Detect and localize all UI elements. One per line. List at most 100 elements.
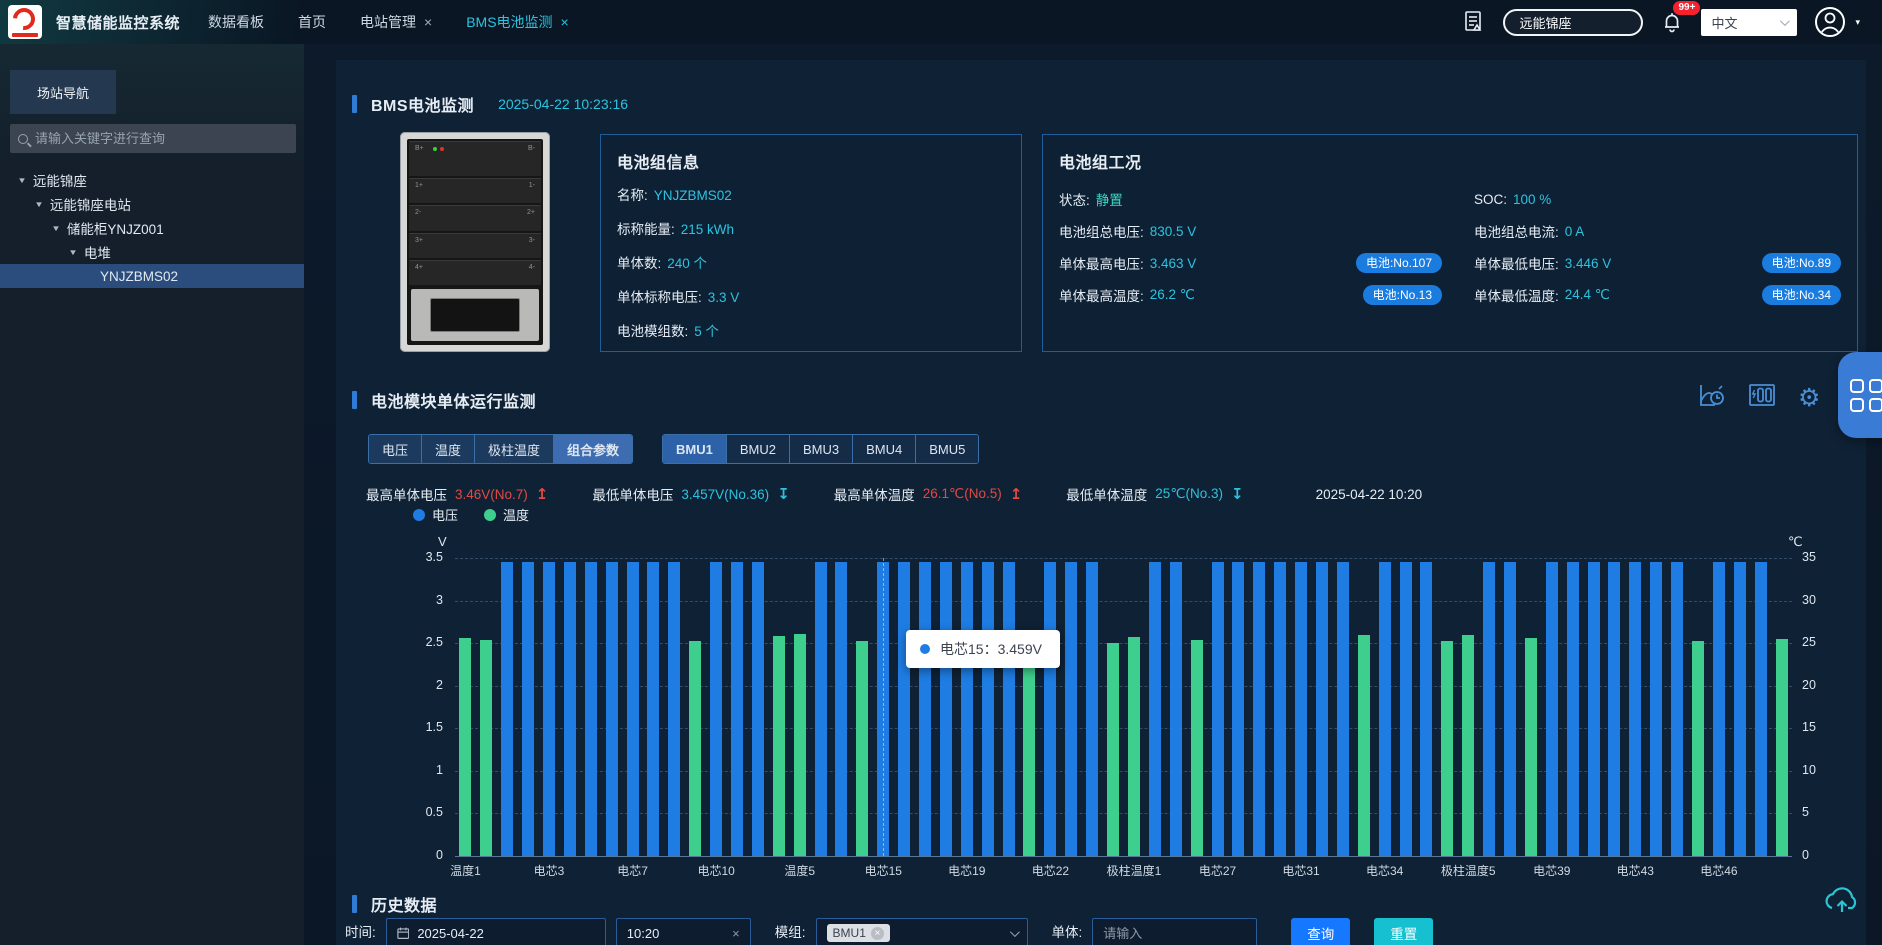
chart-bar-电芯3[interactable]: [543, 562, 555, 856]
chart-bar-电芯13[interactable]: [815, 562, 827, 856]
chart-bar-极柱温度7[interactable]: [1692, 641, 1704, 856]
tree-item[interactable]: ▼电堆: [0, 240, 304, 264]
sidebar-tab-station-nav[interactable]: 场站导航: [10, 70, 116, 114]
cloud-upload-icon[interactable]: [1822, 882, 1862, 921]
chart-bar-电芯18[interactable]: [940, 562, 952, 856]
sidebar-search-input[interactable]: [35, 131, 288, 146]
chart-bar-电芯35[interactable]: [1400, 562, 1412, 857]
chart-bar-电芯45[interactable]: [1671, 562, 1683, 857]
history-chart-icon[interactable]: [1698, 382, 1726, 413]
chart-bar-电芯7[interactable]: [627, 562, 639, 856]
chart-bar-电芯40[interactable]: [1567, 562, 1579, 857]
bmu-tab-BMU5[interactable]: BMU5: [916, 435, 978, 463]
chart-bar-电芯24[interactable]: [1086, 562, 1098, 856]
chart-bar-温度4[interactable]: [773, 636, 785, 856]
close-icon[interactable]: ×: [561, 14, 569, 30]
chart-bar-电芯4[interactable]: [564, 562, 576, 857]
notifications-bell[interactable]: 99+: [1661, 10, 1683, 34]
legend-item-温度[interactable]: 温度: [484, 505, 529, 524]
user-avatar[interactable]: [1815, 7, 1845, 37]
time-input[interactable]: [627, 926, 724, 941]
tree-item[interactable]: YNJZBMS02: [0, 264, 304, 288]
param-tab-极柱温度[interactable]: 极柱温度: [475, 435, 554, 463]
chart-bar-电芯19[interactable]: [961, 562, 973, 856]
chart-bar-电芯41[interactable]: [1588, 562, 1600, 856]
chart-bar-电芯12[interactable]: [752, 562, 764, 856]
chart-bar-电芯14[interactable]: [835, 562, 847, 857]
cell-input-box[interactable]: [1092, 918, 1257, 945]
chart-bar-电芯21[interactable]: [1003, 562, 1015, 856]
chart-bar-电芯34[interactable]: [1379, 562, 1391, 856]
chart-bar-电芯6[interactable]: [606, 562, 618, 856]
chart-bar-电芯10[interactable]: [710, 562, 722, 856]
date-input[interactable]: [417, 926, 594, 941]
chart-bar-极柱温度6[interactable]: [1525, 638, 1537, 856]
chart-bar-温度6[interactable]: [856, 641, 868, 856]
tree-item[interactable]: ▼远能锦座电站: [0, 192, 304, 216]
chart-bar-电芯8[interactable]: [647, 562, 659, 856]
query-button[interactable]: 查询: [1291, 918, 1350, 945]
battery-view-icon[interactable]: [1748, 382, 1776, 413]
time-picker[interactable]: ×: [616, 918, 751, 945]
reset-button[interactable]: 重置: [1374, 918, 1433, 945]
chart-bar-电芯31[interactable]: [1295, 562, 1307, 856]
chart-bar-极柱温度8[interactable]: [1776, 639, 1788, 856]
chip-close-icon[interactable]: ×: [871, 927, 884, 940]
bmu-tab-BMU3[interactable]: BMU3: [790, 435, 853, 463]
bmu-tab-BMU2[interactable]: BMU2: [727, 435, 790, 463]
chart-bar-温度3[interactable]: [689, 641, 701, 856]
chart-bar-电芯38[interactable]: [1504, 562, 1516, 856]
chart-bar-电芯30[interactable]: [1274, 562, 1286, 857]
chart-bar-电芯23[interactable]: [1065, 562, 1077, 856]
module-select[interactable]: BMU1 ×: [816, 918, 1028, 945]
nav-tab-电站管理[interactable]: 电站管理×: [360, 12, 432, 32]
settings-gear-icon[interactable]: ⚙: [1798, 386, 1820, 410]
chart-bar-电芯1[interactable]: [501, 562, 513, 856]
nav-tab-BMS电池监测[interactable]: BMS电池监测×: [466, 12, 569, 32]
chart-bar-电芯44[interactable]: [1650, 562, 1662, 856]
chart-bar-极柱温度2[interactable]: [1191, 640, 1203, 856]
chart-bar-电芯20[interactable]: [982, 562, 994, 857]
chart-bar-电芯46[interactable]: [1713, 562, 1725, 856]
chart-bar-电芯32[interactable]: [1316, 562, 1328, 856]
chart-bar-温度7[interactable]: [1023, 639, 1035, 856]
chart-bar-电芯28[interactable]: [1232, 562, 1244, 856]
chart-bar-电芯9[interactable]: [668, 562, 680, 857]
chart-bar-电芯37[interactable]: [1483, 562, 1495, 856]
chart-bar-电芯47[interactable]: [1734, 562, 1746, 856]
tree-expand-icon[interactable]: ▼: [51, 224, 61, 233]
report-icon[interactable]: [1463, 10, 1485, 34]
bmu-tab-BMU1[interactable]: BMU1: [663, 435, 727, 463]
chart-bar-极柱温度1[interactable]: [1128, 637, 1140, 856]
tree-expand-icon[interactable]: ▼: [17, 176, 27, 185]
param-tab-电压[interactable]: 电压: [369, 435, 422, 463]
chart-bar-电芯11[interactable]: [731, 562, 743, 856]
chart-bar-电芯25[interactable]: [1149, 562, 1161, 857]
chart-bar-电芯17[interactable]: [919, 562, 931, 856]
avatar-caret-icon[interactable]: ▾: [1855, 17, 1860, 28]
tree-expand-icon[interactable]: ▼: [34, 200, 44, 209]
param-tab-组合参数[interactable]: 组合参数: [554, 435, 632, 463]
chart-bar-电芯48[interactable]: [1755, 562, 1767, 856]
chart-bar-极柱温度3[interactable]: [1358, 635, 1370, 856]
chart-bar-电芯43[interactable]: [1629, 562, 1641, 856]
chart-bar-电芯29[interactable]: [1253, 562, 1265, 856]
chart-bar-电芯39[interactable]: [1546, 562, 1558, 856]
chart-bar-电芯36[interactable]: [1420, 562, 1432, 856]
quick-panel-flyout[interactable]: [1838, 352, 1882, 438]
chart-bar-电芯27[interactable]: [1212, 562, 1224, 856]
chart-bar-电芯22[interactable]: [1044, 562, 1056, 856]
chart-bar-温度1[interactable]: [459, 638, 471, 856]
nav-tab-数据看板[interactable]: 数据看板: [208, 12, 264, 32]
chart-bar-电芯33[interactable]: [1337, 562, 1349, 856]
chart-bar-极柱温度5[interactable]: [1462, 635, 1474, 856]
chart-bar-电芯42[interactable]: [1608, 562, 1620, 856]
tree-item[interactable]: ▼远能锦座: [0, 168, 304, 192]
chart-bar-电芯16[interactable]: [898, 562, 910, 856]
language-select[interactable]: 中文: [1701, 9, 1797, 36]
chart-bar-温度8[interactable]: [1107, 643, 1119, 856]
station-search-input[interactable]: [1505, 15, 1641, 30]
clear-time-icon[interactable]: ×: [732, 926, 740, 941]
chart-bar-温度2[interactable]: [480, 640, 492, 856]
legend-item-电压[interactable]: 电压: [413, 505, 458, 524]
